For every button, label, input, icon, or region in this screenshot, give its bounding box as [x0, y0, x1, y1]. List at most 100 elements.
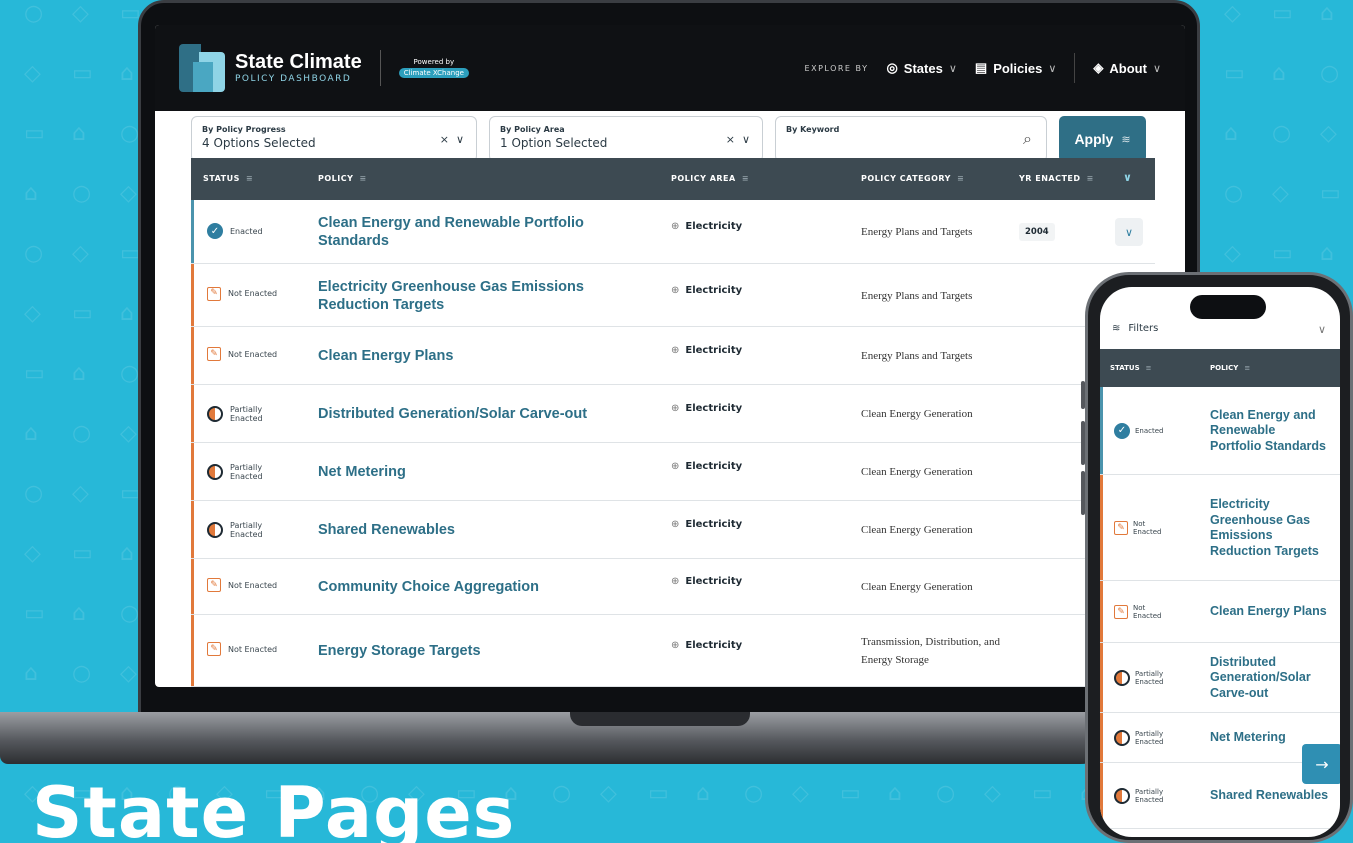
plug-icon: ⊕ [671, 519, 680, 530]
policy-progress-filter[interactable]: By Policy Progress 4 Options Selected × … [191, 116, 477, 162]
chevron-down-icon: ∨ [1152, 62, 1161, 75]
status-badge: ✎ Not Enacted [1114, 604, 1162, 620]
status-bar [1100, 475, 1103, 580]
column-status[interactable]: STATUS ≡ [1110, 364, 1152, 372]
pattern-icon: ▭ [1224, 61, 1245, 86]
status-bar [191, 501, 194, 558]
nav-states-label: States [903, 60, 943, 76]
table-row[interactable]: Partially Enacted Net Metering ⊕ Electricity… [191, 443, 1155, 501]
policy-area-filter[interactable]: By Policy Area 1 Option Selected × ∨ [489, 116, 763, 162]
column-status[interactable]: STATUS ≡ [203, 174, 253, 183]
policy-link[interactable]: Distributed Generation/Solar Carve-out [1210, 655, 1330, 702]
column-policy-category[interactable]: POLICY CATEGORY ≡ [861, 174, 964, 183]
laptop: State Climate POLICY DASHBOARD Powered b… [138, 0, 1200, 722]
main-nav: EXPLORE BY ◎ States ∨ ▤ Policies ∨ ◈ Abo… [805, 53, 1161, 83]
policy-category: Transmission, Distribution, and Energy S… [861, 636, 1000, 666]
pattern-icon: ▭ [24, 361, 45, 386]
table-row[interactable]: ✓ Enacted Clean Energy and Renewable Portf… [191, 200, 1155, 264]
sliders-icon: ≋ [1121, 133, 1131, 146]
column-policy[interactable]: POLICY ≡ [318, 174, 367, 183]
arrow-right-icon[interactable]: → [1302, 744, 1340, 784]
policy-link[interactable]: Electricity Greenhouse Gas Emissions Red… [318, 278, 618, 314]
search-icon[interactable]: ⌕ [1023, 129, 1032, 149]
pattern-icon: ○ [1272, 121, 1291, 146]
column-policy[interactable]: POLICY ≡ [1210, 364, 1250, 372]
pattern-icon: ▭ [72, 61, 93, 86]
nav-states[interactable]: ◎ States ∨ [886, 60, 956, 76]
edit-icon: ✎ [1114, 521, 1128, 535]
half-circle-icon [1114, 730, 1130, 746]
policy-category: Energy Plans and Targets [861, 289, 973, 302]
pattern-icon: ⌂ [1224, 121, 1238, 146]
policy-link[interactable]: Distributed Generation/Solar Carve-out [318, 405, 618, 423]
pattern-icon: ⌂ [1320, 241, 1334, 266]
policy-category: Clean Energy Generation [861, 466, 973, 478]
pattern-icon: ○ [552, 781, 571, 806]
clear-chevron-icon[interactable]: × ∨ [440, 133, 464, 146]
diamond-icon: ◈ [1093, 60, 1104, 75]
pattern-icon: ○ [744, 781, 763, 806]
column-policy-area[interactable]: POLICY AREA ≡ [671, 174, 749, 183]
policy-link[interactable]: Clean Energy Plans [318, 347, 618, 365]
pattern-icon: ⌂ [120, 61, 134, 86]
laptop-notch [570, 712, 750, 726]
chevron-down-icon[interactable]: ∨ [1318, 323, 1326, 336]
policy-link[interactable]: Clean Energy and Renewable Portfolio Sta… [318, 214, 618, 250]
status-label: Partially Enacted [1135, 730, 1164, 746]
policy-link[interactable]: Shared Renewables [318, 521, 618, 539]
policy-link[interactable]: Clean Energy and Renewable Portfolio Sta… [1210, 408, 1330, 455]
table-row[interactable]: ✎ Not Enacted Electricity Greenhouse Gas E… [191, 264, 1155, 327]
pattern-icon: ◇ [24, 541, 41, 566]
pattern-icon: ⌂ [24, 181, 38, 206]
mobile-filters-toggle[interactable]: ≋ Filters [1112, 323, 1158, 334]
policy-link[interactable]: Net Metering [318, 463, 618, 481]
pattern-icon: ◇ [120, 181, 137, 206]
half-circle-icon [207, 522, 223, 538]
status-label: Not Enacted [228, 644, 278, 654]
status-bar [191, 559, 194, 614]
expand-row-chevron-icon[interactable]: ∨ [1115, 218, 1143, 246]
sort-icon: ≡ [741, 174, 749, 183]
clear-chevron-icon[interactable]: × ∨ [726, 133, 750, 146]
logo-icon[interactable] [179, 44, 225, 92]
table-row[interactable]: ✎ Not Enacted Community Choice Aggregation… [191, 559, 1155, 615]
logo[interactable]: State Climate POLICY DASHBOARD [235, 52, 362, 84]
pattern-icon: ▭ [840, 781, 861, 806]
table-row[interactable]: Partially Enacted Shared Renewables ⊕ Electr… [191, 501, 1155, 559]
powered-by-label: Powered by [413, 58, 455, 66]
pattern-icon: ◇ [120, 421, 137, 446]
policy-link[interactable]: Clean Energy Plans [1210, 604, 1330, 620]
sort-icon: ≡ [359, 174, 367, 183]
list-item[interactable]: ✓ Enacted Clean Energy and Renewable Portf… [1100, 387, 1340, 475]
status-label: Not Enacted [228, 349, 278, 359]
policy-link[interactable]: Community Choice Aggregation [318, 578, 618, 596]
filter-label: By Policy Area [500, 125, 565, 134]
pattern-icon: ◇ [792, 781, 809, 806]
policy-link[interactable]: Shared Renewables [1210, 788, 1330, 804]
apply-button[interactable]: Apply ≋ [1059, 116, 1146, 162]
app-header: State Climate POLICY DASHBOARD Powered b… [155, 25, 1185, 111]
table-row[interactable]: ✎ Not Enacted Energy Storage Targets ⊕ Elect… [191, 615, 1155, 687]
policy-link[interactable]: Energy Storage Targets [318, 642, 618, 660]
pattern-icon: ⌂ [24, 661, 38, 686]
chevron-down-icon[interactable]: ∨ [1123, 171, 1132, 184]
policy-area-label: Electricity [685, 345, 743, 356]
policy-link[interactable]: Electricity Greenhouse Gas Emissions Red… [1210, 497, 1330, 559]
apply-label: Apply [1074, 131, 1114, 147]
list-item[interactable]: Partially Enacted Distributed Generation/S… [1100, 643, 1340, 713]
keyword-search-input[interactable]: By Keyword ⌕ [775, 116, 1047, 162]
pattern-icon: ○ [120, 601, 139, 626]
edit-icon: ✎ [207, 578, 221, 592]
list-item[interactable]: ✎ Not Enacted Clean Energy Plans [1100, 581, 1340, 643]
nav-about[interactable]: ◈ About ∨ [1093, 60, 1161, 76]
nav-policies[interactable]: ▤ Policies ∨ [975, 60, 1057, 76]
table-row[interactable]: Partially Enacted Distributed Generation/S… [191, 385, 1155, 443]
table-row[interactable]: ✎ Not Enacted Clean Energy Plans ⊕ Electrici… [191, 327, 1155, 385]
sort-icon: ≡ [956, 174, 965, 183]
filter-value: 4 Options Selected [202, 136, 316, 150]
location-pin-icon: ◎ [886, 60, 898, 75]
list-item[interactable]: ✎ Not Enacted Electricity Greenhouse Gas Em… [1100, 475, 1340, 581]
powered-by[interactable]: Powered by Climate XChange [398, 58, 469, 78]
pattern-icon: ○ [936, 781, 955, 806]
column-yr-enacted[interactable]: YR ENACTED ≡ [1019, 174, 1094, 183]
